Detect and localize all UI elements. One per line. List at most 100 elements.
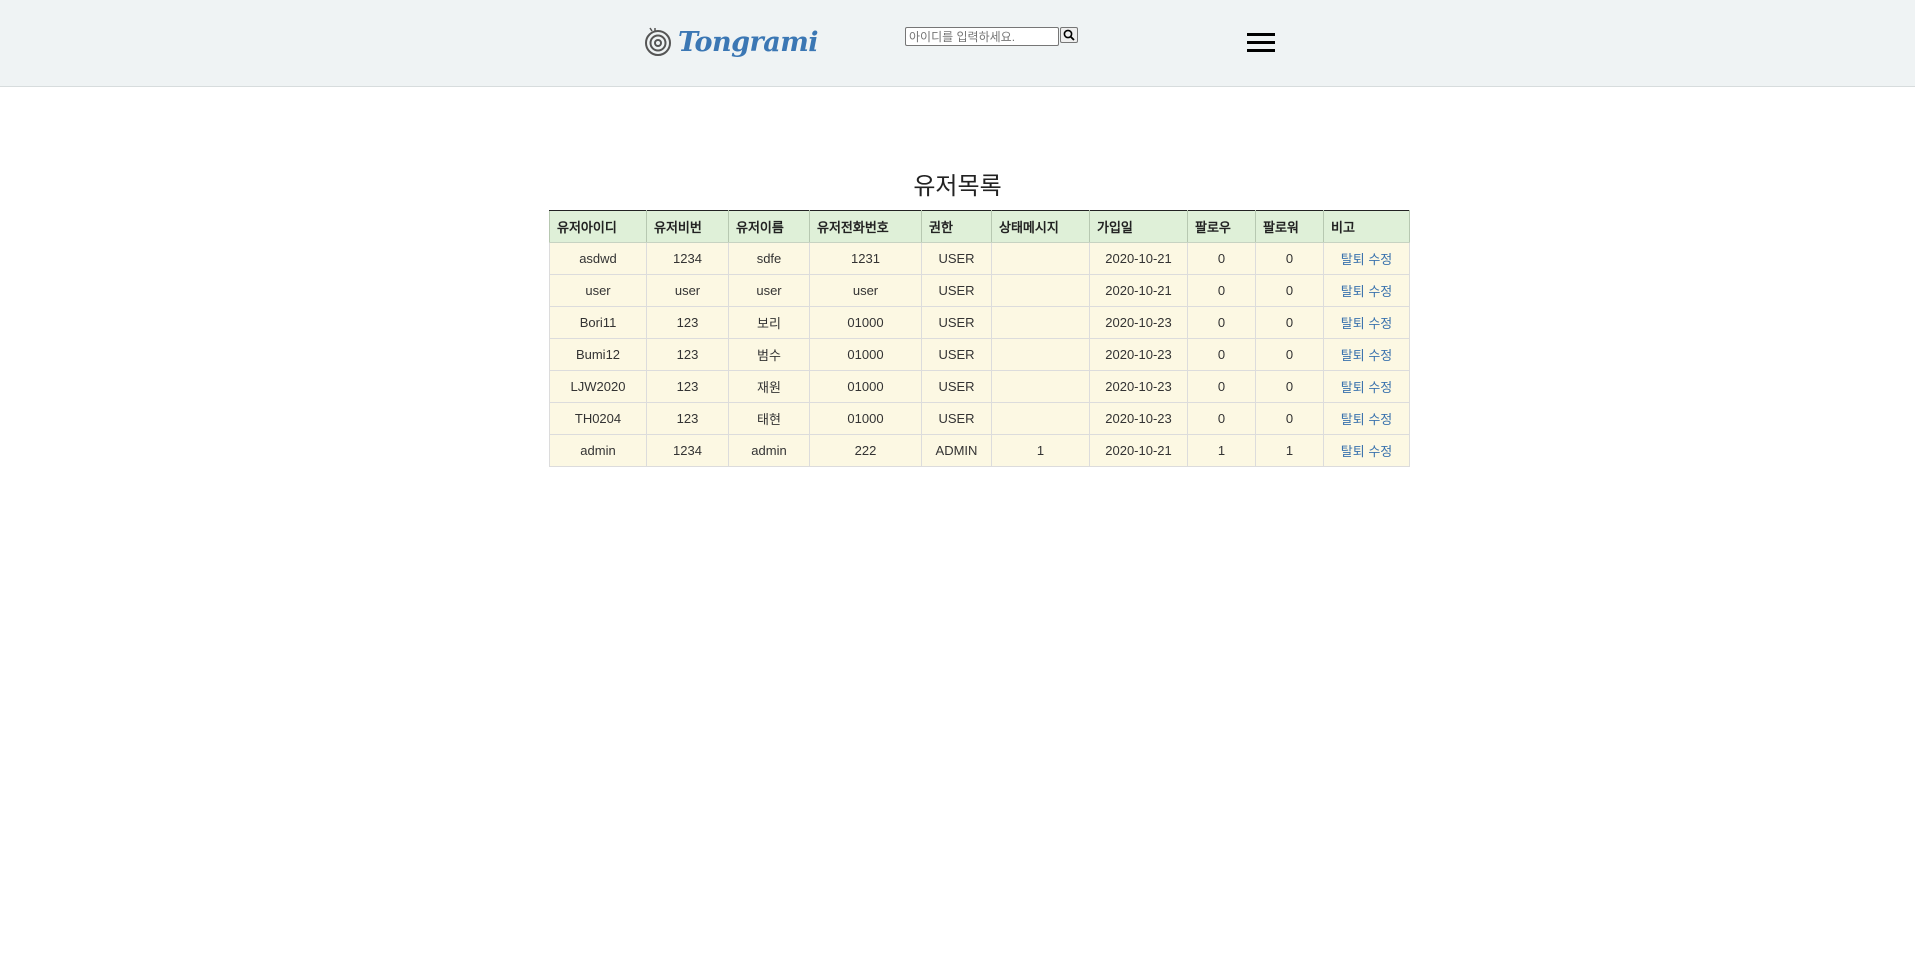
table-row: LJW2020 123 재원 01000 USER 2020-10-23 0 0… bbox=[549, 370, 1410, 403]
column-header-phone: 유저전화번호 bbox=[809, 210, 922, 243]
cell-phone: user bbox=[809, 274, 922, 307]
menu-icon-bar-top bbox=[1247, 33, 1275, 36]
edit-link[interactable]: 수정 bbox=[1368, 444, 1392, 459]
edit-link[interactable]: 수정 bbox=[1368, 380, 1392, 395]
menu-icon-bar-middle bbox=[1247, 41, 1275, 44]
withdraw-link[interactable]: 탈퇴 bbox=[1341, 348, 1365, 363]
column-header-joined-date: 가입일 bbox=[1089, 210, 1188, 243]
cell-role: ADMIN bbox=[921, 434, 992, 467]
cell-password: 123 bbox=[646, 338, 729, 371]
menu-toggle-button[interactable] bbox=[1247, 33, 1275, 53]
cell-user-id: LJW2020 bbox=[549, 370, 647, 403]
table-row: admin 1234 admin 222 ADMIN 1 2020-10-21 … bbox=[549, 434, 1410, 467]
column-header-name: 유저이름 bbox=[728, 210, 810, 243]
cell-follower: 0 bbox=[1255, 274, 1324, 307]
cell-name: 재원 bbox=[728, 370, 810, 403]
edit-link[interactable]: 수정 bbox=[1368, 412, 1392, 427]
column-header-password: 유저비번 bbox=[646, 210, 729, 243]
cell-follower: 0 bbox=[1255, 402, 1324, 435]
cell-role: USER bbox=[921, 370, 992, 403]
cell-phone: 01000 bbox=[809, 338, 922, 371]
edit-link[interactable]: 수정 bbox=[1368, 348, 1392, 363]
withdraw-link[interactable]: 탈퇴 bbox=[1341, 380, 1365, 395]
withdraw-link[interactable]: 탈퇴 bbox=[1341, 444, 1365, 459]
column-header-follow: 팔로우 bbox=[1187, 210, 1256, 243]
cell-follower: 0 bbox=[1255, 338, 1324, 371]
cell-follower: 0 bbox=[1255, 370, 1324, 403]
cell-follow: 0 bbox=[1187, 402, 1256, 435]
cell-joined-date: 2020-10-23 bbox=[1089, 370, 1188, 403]
cell-follow: 1 bbox=[1187, 434, 1256, 467]
cell-role: USER bbox=[921, 274, 992, 307]
cell-joined-date: 2020-10-23 bbox=[1089, 402, 1188, 435]
table-header-row: 유저아이디 유저비번 유저이름 유저전화번호 권한 상태메시지 가입일 팔로우 … bbox=[549, 210, 1410, 243]
cell-phone: 01000 bbox=[809, 370, 922, 403]
cell-name: admin bbox=[728, 434, 810, 467]
column-header-follower: 팔로워 bbox=[1255, 210, 1324, 243]
cell-user-id: Bumi12 bbox=[549, 338, 647, 371]
cell-password: 1234 bbox=[646, 434, 729, 467]
brand-name: Tongrami bbox=[678, 26, 819, 58]
brand-logo[interactable]: Tongrami bbox=[643, 23, 819, 61]
column-header-status-message: 상태메시지 bbox=[991, 210, 1090, 243]
cell-role: USER bbox=[921, 242, 992, 275]
cell-actions: 탈퇴 수정 bbox=[1323, 274, 1410, 307]
cell-actions: 탈퇴 수정 bbox=[1323, 402, 1410, 435]
cell-user-id: Bori11 bbox=[549, 306, 647, 339]
cell-follower: 0 bbox=[1255, 242, 1324, 275]
user-table: 유저아이디 유저비번 유저이름 유저전화번호 권한 상태메시지 가입일 팔로우 … bbox=[549, 210, 1410, 467]
cell-role: USER bbox=[921, 402, 992, 435]
cell-user-id: admin bbox=[549, 434, 647, 467]
cell-phone: 1231 bbox=[809, 242, 922, 275]
cell-name: 태현 bbox=[728, 402, 810, 435]
cell-status-message bbox=[991, 402, 1090, 435]
cell-actions: 탈퇴 수정 bbox=[1323, 306, 1410, 339]
withdraw-link[interactable]: 탈퇴 bbox=[1341, 316, 1365, 331]
cell-joined-date: 2020-10-21 bbox=[1089, 434, 1188, 467]
cell-follower: 0 bbox=[1255, 306, 1324, 339]
edit-link[interactable]: 수정 bbox=[1368, 252, 1392, 267]
cell-joined-date: 2020-10-23 bbox=[1089, 306, 1188, 339]
search-icon bbox=[1063, 29, 1075, 41]
withdraw-link[interactable]: 탈퇴 bbox=[1341, 412, 1365, 427]
table-row: asdwd 1234 sdfe 1231 USER 2020-10-21 0 0… bbox=[549, 242, 1410, 275]
cell-joined-date: 2020-10-21 bbox=[1089, 242, 1188, 275]
cell-password: user bbox=[646, 274, 729, 307]
withdraw-link[interactable]: 탈퇴 bbox=[1341, 252, 1365, 267]
cell-password: 123 bbox=[646, 306, 729, 339]
cell-name: 범수 bbox=[728, 338, 810, 371]
cell-password: 123 bbox=[646, 370, 729, 403]
snail-logo-icon bbox=[645, 27, 671, 56]
cell-follow: 0 bbox=[1187, 306, 1256, 339]
cell-follow: 0 bbox=[1187, 370, 1256, 403]
cell-user-id: asdwd bbox=[549, 242, 647, 275]
cell-follow: 0 bbox=[1187, 338, 1256, 371]
edit-link[interactable]: 수정 bbox=[1368, 316, 1392, 331]
cell-role: USER bbox=[921, 306, 992, 339]
cell-actions: 탈퇴 수정 bbox=[1323, 242, 1410, 275]
cell-name: sdfe bbox=[728, 242, 810, 275]
top-header: Tongrami bbox=[0, 0, 1915, 87]
withdraw-link[interactable]: 탈퇴 bbox=[1341, 284, 1365, 299]
cell-follow: 0 bbox=[1187, 242, 1256, 275]
cell-status-message bbox=[991, 370, 1090, 403]
table-row: TH0204 123 태현 01000 USER 2020-10-23 0 0 … bbox=[549, 402, 1410, 435]
table-row: Bumi12 123 범수 01000 USER 2020-10-23 0 0 … bbox=[549, 338, 1410, 371]
cell-role: USER bbox=[921, 338, 992, 371]
cell-follow: 0 bbox=[1187, 274, 1256, 307]
user-search-input[interactable] bbox=[905, 27, 1059, 46]
cell-joined-date: 2020-10-21 bbox=[1089, 274, 1188, 307]
menu-icon-bar-bottom bbox=[1247, 49, 1275, 52]
cell-password: 1234 bbox=[646, 242, 729, 275]
cell-name: user bbox=[728, 274, 810, 307]
search-button[interactable] bbox=[1060, 27, 1078, 43]
edit-link[interactable]: 수정 bbox=[1368, 284, 1392, 299]
cell-name: 보리 bbox=[728, 306, 810, 339]
cell-actions: 탈퇴 수정 bbox=[1323, 434, 1410, 467]
table-row: user user user user USER 2020-10-21 0 0 … bbox=[549, 274, 1410, 307]
cell-user-id: user bbox=[549, 274, 647, 307]
cell-follower: 1 bbox=[1255, 434, 1324, 467]
cell-status-message bbox=[991, 338, 1090, 371]
column-header-note: 비고 bbox=[1323, 210, 1410, 243]
column-header-role: 권한 bbox=[921, 210, 992, 243]
